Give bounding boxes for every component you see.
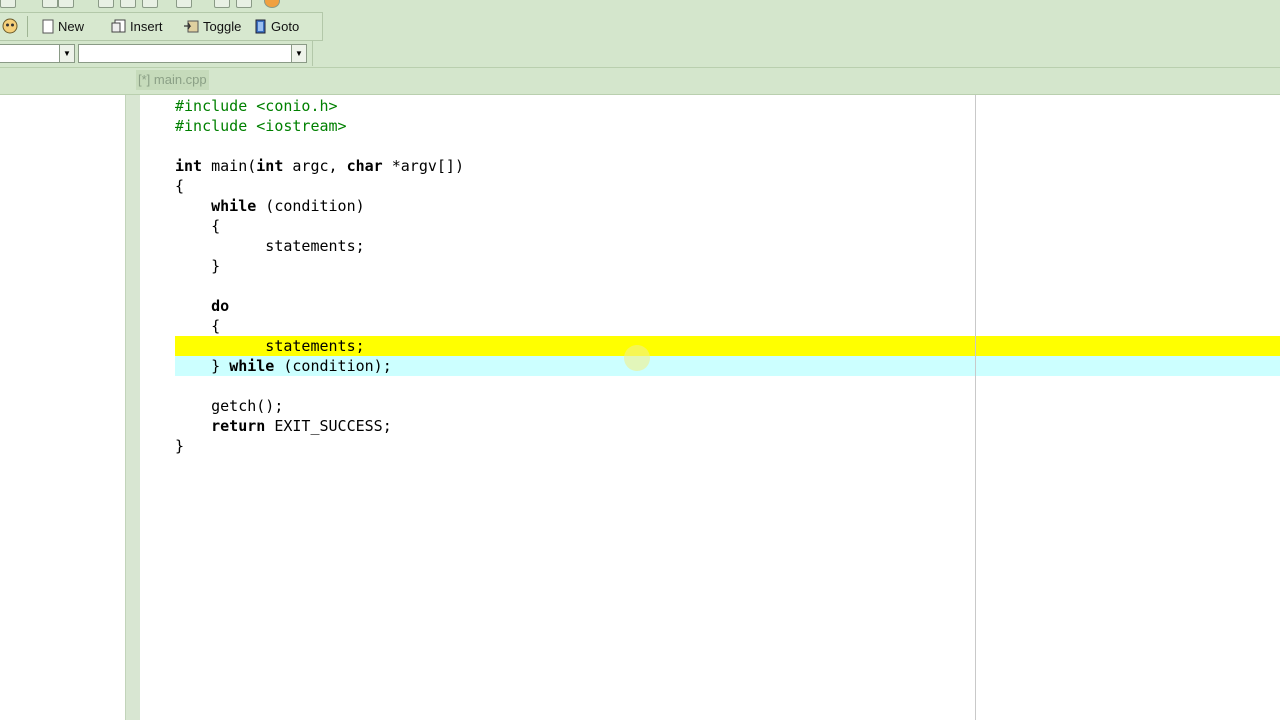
code-line[interactable]: getch();: [175, 396, 283, 416]
new-file-icon: [42, 19, 54, 33]
right-margin-line: [975, 95, 976, 720]
insert-button-label: Insert: [130, 18, 163, 34]
code-line[interactable]: #include <conio.h>: [175, 96, 338, 116]
toggle-button-label: Toggle: [203, 18, 242, 34]
dropdown-arrow-icon[interactable]: ▼: [59, 45, 74, 62]
toolbar-small-icon[interactable]: [120, 0, 136, 8]
toolbar-small-icon[interactable]: [98, 0, 114, 8]
toolbar-small-icon[interactable]: [176, 0, 192, 8]
editor-tabstrip: [*] main.cpp: [0, 67, 1280, 95]
goto-button[interactable]: Goto: [255, 17, 299, 35]
bookmark-toolbar: New Insert Toggle Goto: [0, 12, 323, 41]
dropdown-arrow-icon[interactable]: ▼: [291, 45, 306, 62]
debug-button[interactable]: [2, 17, 18, 35]
editor-gutter: [125, 95, 141, 720]
new-button-label: New: [58, 18, 85, 34]
class-browser-toolbar: ▼ ▼: [0, 41, 313, 66]
code-line[interactable]: {: [175, 316, 220, 336]
code-line[interactable]: } while (condition);: [175, 356, 392, 376]
project-browser-panel: [0, 95, 125, 720]
mouse-cursor-highlight: [624, 345, 650, 371]
code-line[interactable]: int main(int argc, char *argv[]): [175, 156, 464, 176]
toolbar-small-icon[interactable]: [0, 0, 16, 8]
code-line[interactable]: do: [175, 296, 229, 316]
toolbar-small-icon[interactable]: [58, 0, 74, 8]
toolbar-small-icon[interactable]: [42, 0, 58, 8]
toolbar-row-top: [0, 0, 330, 8]
toolbar-small-icon[interactable]: [264, 0, 280, 8]
code-line[interactable]: }: [175, 436, 184, 456]
code-line[interactable]: while (condition): [175, 196, 365, 216]
member-selector[interactable]: ▼: [78, 44, 307, 63]
code-line[interactable]: {: [175, 176, 184, 196]
code-line[interactable]: statements;: [175, 236, 364, 256]
toggle-button[interactable]: Toggle: [183, 17, 241, 35]
code-line[interactable]: #include <iostream>: [175, 116, 347, 136]
new-bookmark-button[interactable]: New: [42, 17, 84, 35]
code-line[interactable]: return EXIT_SUCCESS;: [175, 416, 392, 436]
tab-main-cpp[interactable]: [*] main.cpp: [136, 70, 209, 90]
code-line[interactable]: }: [175, 256, 220, 276]
insert-icon: [111, 19, 126, 32]
toolbar-small-icon[interactable]: [214, 0, 230, 8]
code-line-active[interactable]: statements;: [175, 336, 364, 356]
goto-button-label: Goto: [271, 18, 300, 34]
tab-label: [*] main.cpp: [138, 72, 207, 87]
goto-bookmark-icon: [255, 19, 266, 33]
toggle-bookmark-icon: [184, 20, 199, 32]
toolbar-area: New Insert Toggle Goto ▼ ▼ [*] main.cpp: [0, 0, 1280, 95]
toolbar-small-icon[interactable]: [236, 0, 252, 8]
debug-icon: [2, 18, 18, 34]
code-line[interactable]: {: [175, 216, 220, 236]
code-editor[interactable]: #include <conio.h> #include <iostream> i…: [140, 95, 1280, 720]
toolbar-small-icon[interactable]: [142, 0, 158, 8]
insert-button[interactable]: Insert: [111, 17, 163, 35]
class-selector[interactable]: ▼: [0, 44, 75, 63]
